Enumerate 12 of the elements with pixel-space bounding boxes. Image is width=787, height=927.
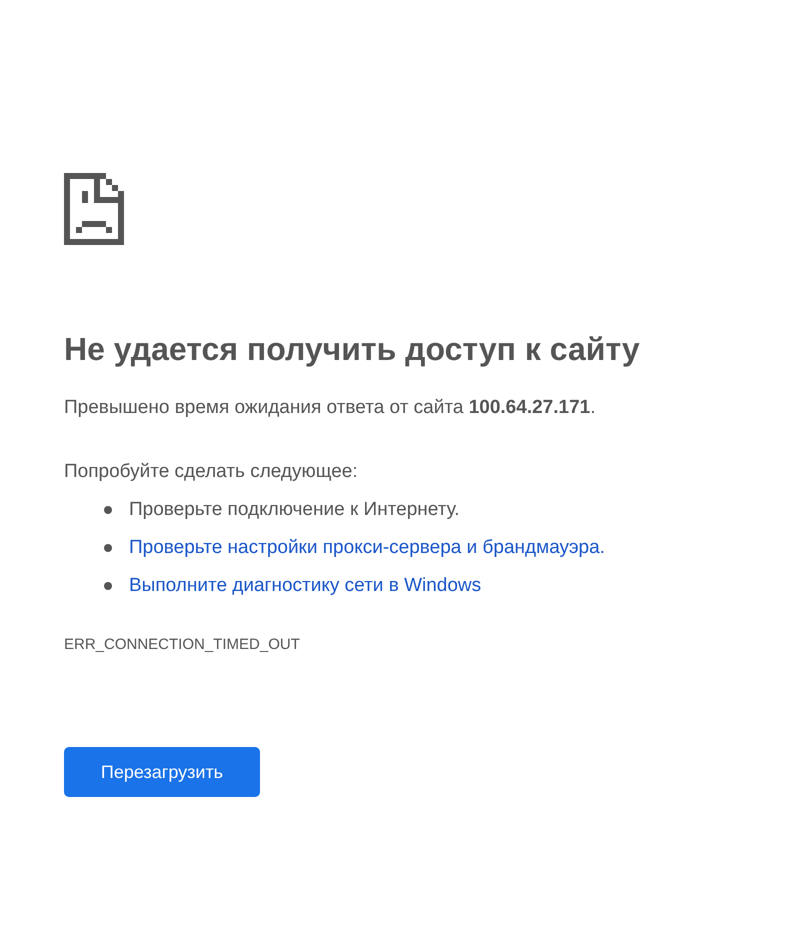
sad-page-icon	[64, 173, 124, 245]
error-title: Не удается получить доступ к сайту	[64, 330, 641, 369]
bullet-icon	[104, 506, 112, 514]
bullet-icon	[104, 582, 112, 590]
error-code: ERR_CONNECTION_TIMED_OUT	[64, 635, 301, 655]
suggestion-link[interactable]: Выполните диагностику сети в Windows	[129, 573, 482, 599]
bullet-icon	[104, 544, 112, 552]
reload-button[interactable]: Перезагрузить	[64, 747, 260, 797]
suggestions-heading: Попробуйте сделать следующее:	[64, 460, 359, 484]
error-message: Превышено время ожидания ответа от сайта 100.64.27.171.	[64, 396, 596, 420]
suggestion-text: Проверьте подключение к Интернету.	[129, 498, 460, 522]
suggestion-link[interactable]: Проверьте настройки прокси-сервера и брандмауэра.	[129, 535, 605, 561]
